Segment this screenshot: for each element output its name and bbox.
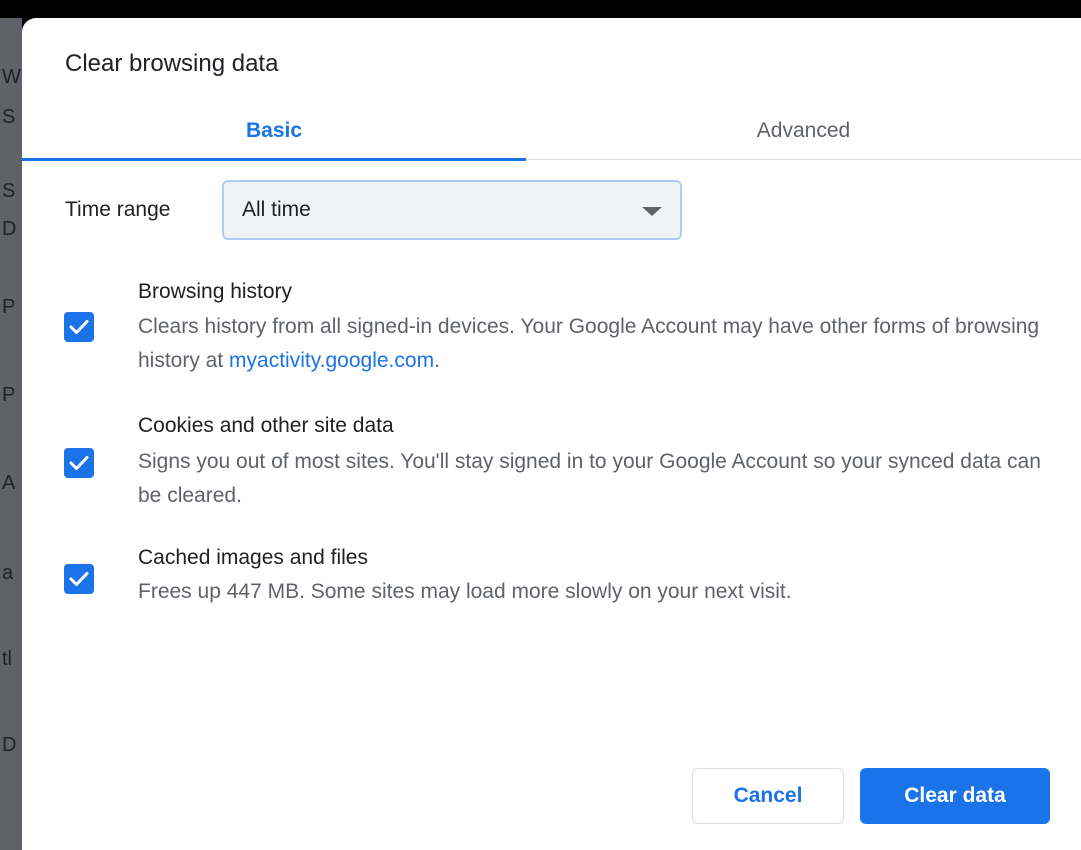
tab-bar: Basic Advanced: [22, 102, 1081, 161]
clear-browsing-data-dialog: Clear browsing data Basic Advanced Time …: [22, 18, 1081, 850]
time-range-value: All time: [242, 198, 311, 221]
checkbox-cookies[interactable]: [64, 448, 94, 478]
backdrop-text: S: [2, 106, 16, 128]
option-title: Browsing history: [138, 280, 293, 303]
backdrop-text: S: [2, 180, 16, 202]
backdrop-text: P: [2, 384, 16, 406]
tab-advanced[interactable]: Advanced: [526, 102, 1081, 160]
checkbox-browsing-history[interactable]: [64, 312, 94, 342]
triangle-down-icon: [642, 207, 662, 216]
tab-advanced-label: Advanced: [756, 119, 851, 142]
tab-basic-label: Basic: [245, 119, 303, 142]
option-description: Frees up 447 MB. Some sites may load mor…: [138, 580, 792, 603]
time-range-row: Time range All time: [65, 180, 682, 240]
backdrop-text: D: [2, 218, 17, 240]
checkmark-icon: [69, 320, 89, 334]
option-title: Cached images and files: [138, 546, 368, 569]
clear-data-button[interactable]: Clear data: [860, 768, 1050, 824]
checkbox-cached-images[interactable]: [64, 564, 94, 594]
backdrop-text: tl: [2, 648, 12, 670]
backdrop-text: W: [2, 66, 21, 88]
checkmark-icon: [69, 456, 89, 470]
dialog-title: Clear browsing data: [65, 50, 279, 77]
cancel-button[interactable]: Cancel: [692, 768, 844, 824]
option-description-text: .: [434, 349, 440, 372]
backdrop-text: a: [2, 562, 14, 584]
time-range-label: Time range: [65, 198, 171, 221]
option-description: Clears history from all signed-in device…: [138, 310, 1058, 378]
backdrop-text: P: [2, 296, 16, 318]
option-description: Signs you out of most sites. You'll stay…: [138, 450, 1041, 507]
checkmark-icon: [69, 572, 89, 586]
tab-basic[interactable]: Basic: [22, 102, 526, 161]
time-range-select[interactable]: All time: [222, 180, 682, 240]
option-title: Cookies and other site data: [138, 414, 394, 437]
backdrop-text: D: [2, 734, 17, 756]
backdrop-text: A: [2, 472, 16, 494]
myactivity-link[interactable]: myactivity.google.com: [229, 349, 434, 372]
underlying-page-strip: W S S D P P A a tl D: [0, 18, 22, 850]
tab-selected-indicator: [22, 158, 526, 161]
